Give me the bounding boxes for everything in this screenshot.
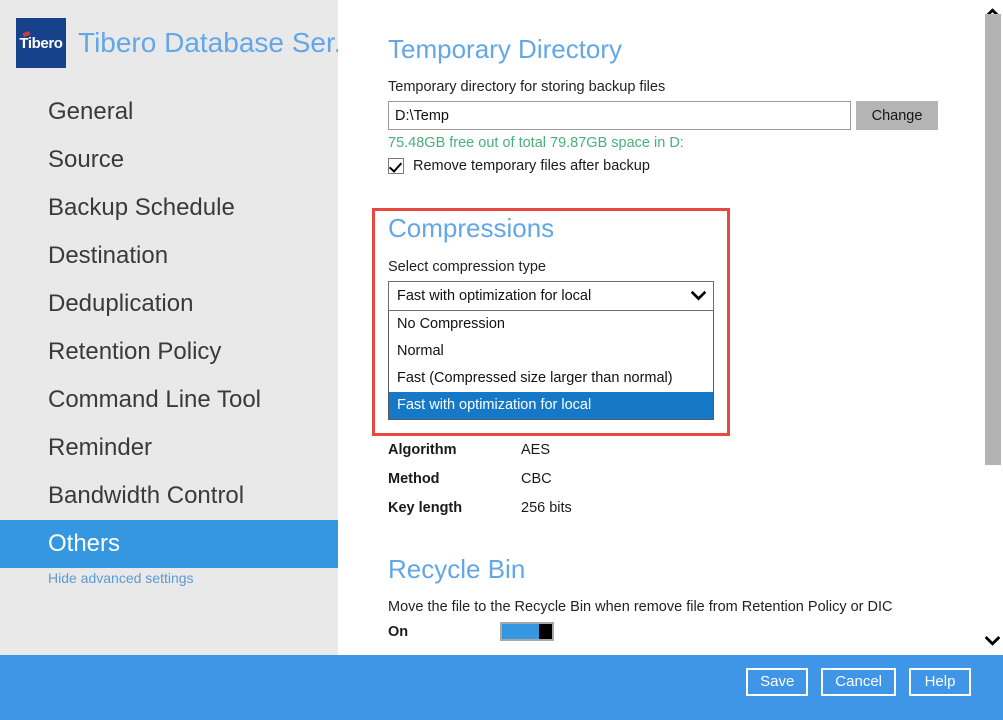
dropdown-option-fast-with-optimization[interactable]: Fast with optimization for local [389, 392, 713, 419]
temporary-directory-input[interactable] [388, 101, 851, 130]
sidebar: Tibero Tibero Database Ser... General So… [0, 0, 338, 655]
logo-wordmark: Tibero [19, 35, 62, 52]
encryption-algorithm-key: Algorithm [388, 442, 456, 458]
encryption-method-value: CBC [521, 471, 552, 487]
remove-temp-files-label: Remove temporary files after backup [413, 158, 650, 174]
sidebar-item-deduplication[interactable]: Deduplication [0, 280, 338, 328]
remove-temp-files-checkbox[interactable] [388, 158, 404, 174]
sidebar-item-command-line-tool[interactable]: Command Line Tool [0, 376, 338, 424]
encryption-method-key: Method [388, 471, 440, 487]
settings-content: Temporary Directory Temporary directory … [338, 0, 1003, 655]
sidebar-item-retention-policy[interactable]: Retention Policy [0, 328, 338, 376]
dropdown-option-fast[interactable]: Fast (Compressed size larger than normal… [389, 365, 713, 392]
compression-type-select[interactable]: Fast with optimization for local [388, 281, 714, 311]
app-title: Tibero Database Ser... [78, 29, 338, 57]
toggle-track [502, 624, 539, 639]
change-directory-button[interactable]: Change [856, 101, 938, 130]
sidebar-item-source[interactable]: Source [0, 136, 338, 184]
sidebar-nav: General Source Backup Schedule Destinati… [0, 88, 338, 568]
sidebar-item-backup-schedule[interactable]: Backup Schedule [0, 184, 338, 232]
free-space-text: 75.48GB free out of total 79.87GB space … [388, 135, 684, 151]
compressions-heading: Compressions [388, 215, 554, 241]
dropdown-option-no-compression[interactable]: No Compression [389, 311, 713, 338]
encryption-key-length-key: Key length [388, 500, 462, 516]
help-button[interactable]: Help [909, 668, 971, 696]
remove-temp-files-checkbox-row[interactable]: Remove temporary files after backup [388, 158, 650, 174]
compression-type-dropdown[interactable]: No Compression Normal Fast (Compressed s… [388, 311, 714, 420]
dropdown-option-normal[interactable]: Normal [389, 338, 713, 365]
tibero-logo-icon: Tibero [16, 18, 66, 68]
toggle-knob[interactable] [539, 624, 552, 639]
scrollbar-thumb[interactable] [985, 14, 1001, 465]
encryption-algorithm-value: AES [521, 442, 550, 458]
recycle-bin-toggle-label: On [388, 624, 408, 640]
temporary-directory-label: Temporary directory for storing backup f… [388, 79, 665, 95]
hide-advanced-settings-link[interactable]: Hide advanced settings [48, 570, 194, 586]
sidebar-item-general[interactable]: General [0, 88, 338, 136]
chevron-down-icon[interactable] [982, 630, 1003, 651]
cancel-button[interactable]: Cancel [821, 668, 896, 696]
sidebar-item-bandwidth-control[interactable]: Bandwidth Control [0, 472, 338, 520]
vertical-scrollbar[interactable] [982, 0, 1003, 655]
save-button[interactable]: Save [746, 668, 808, 696]
recycle-bin-description: Move the file to the Recycle Bin when re… [388, 599, 893, 615]
recycle-bin-heading: Recycle Bin [388, 556, 525, 582]
compression-type-selected-value: Fast with optimization for local [389, 288, 683, 304]
recycle-bin-toggle[interactable] [500, 622, 554, 641]
temporary-directory-heading: Temporary Directory [388, 36, 622, 62]
compression-type-label: Select compression type [388, 259, 546, 275]
sidebar-item-reminder[interactable]: Reminder [0, 424, 338, 472]
encryption-key-length-value: 256 bits [521, 500, 572, 516]
sidebar-item-others[interactable]: Others [0, 520, 338, 568]
sidebar-item-destination[interactable]: Destination [0, 232, 338, 280]
chevron-down-icon [683, 291, 713, 301]
brand: Tibero Tibero Database Ser... [16, 18, 338, 68]
footer-bar: Save Cancel Help [0, 655, 1003, 720]
footer-buttons: Save Cancel Help [746, 668, 971, 696]
